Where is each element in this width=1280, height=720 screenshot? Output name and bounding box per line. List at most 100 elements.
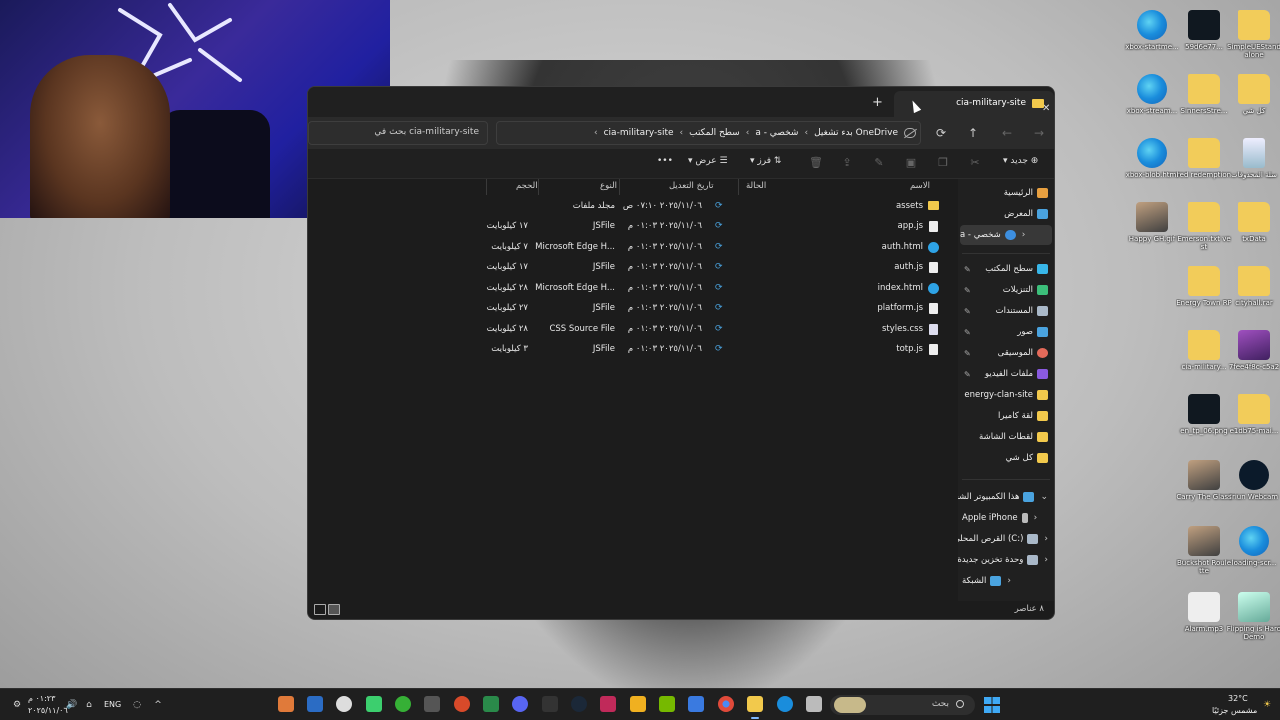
sidebar-item-home[interactable]: الرئيسية xyxy=(962,183,1048,203)
sidebar-item-camera-roll[interactable]: لقة كاميرا xyxy=(962,406,1048,426)
sidebar-item-onedrive-personal[interactable]: › a - شخصي xyxy=(960,225,1052,245)
sidebar-item-new-volume[interactable]: › وحدة تخزين جديدة xyxy=(957,550,1048,570)
sidebar-item-everything[interactable]: كل شي xyxy=(962,448,1048,468)
sidebar-item-downloads[interactable]: ✎ التنزيلات xyxy=(962,280,1048,300)
sidebar-item-pictures[interactable]: ✎ صور xyxy=(962,322,1048,342)
desktop-icon-energy-town[interactable]: Energy Town RP xyxy=(1176,262,1232,322)
column-header-name[interactable]: الاسم xyxy=(910,181,930,191)
discord-icon[interactable] xyxy=(512,696,528,712)
back-arrow-icon[interactable]: ← xyxy=(996,122,1018,144)
table-row[interactable]: auth.html ⟳ ٢٠٢٥/١١/٠٦ ٠١:٠٣ م Microsoft… xyxy=(308,238,958,258)
language-indicator[interactable]: ENG xyxy=(104,700,121,709)
table-row[interactable]: index.html ⟳ ٢٠٢٥/١١/٠٦ ٠١:٠٣ م Microsof… xyxy=(308,279,958,299)
details-view-icon[interactable] xyxy=(328,604,340,615)
desktop-icon-red-redemption[interactable]: red redemption xyxy=(1177,134,1231,194)
breadcrumb-onedrive[interactable]: بدء تشغيل OneDrive xyxy=(814,128,898,138)
refresh-icon[interactable]: ⟳ xyxy=(930,122,952,144)
sun-icon[interactable]: ☀ xyxy=(1262,700,1272,710)
sidebar-item-local-disk[interactable]: › القرص المحلي (C:) xyxy=(956,529,1048,549)
settings-icon[interactable]: ⚙ xyxy=(12,700,22,710)
breadcrumb-desktop[interactable]: سطح المكتب xyxy=(689,128,740,138)
desktop-icon-59d6e77[interactable]: 59d6e77... xyxy=(1180,6,1228,66)
obs-icon[interactable] xyxy=(336,696,352,712)
desktop-icon-kol-shy[interactable]: كل شي xyxy=(1230,70,1278,130)
desktop-icon-cityhall[interactable]: cityhall.rar xyxy=(1230,262,1278,322)
chevron-down-icon[interactable]: ⌄ xyxy=(1040,492,1048,502)
chevron-right-icon[interactable]: › xyxy=(1044,555,1048,565)
desktop-icon-iriun-webcam[interactable]: Iriun Webcam xyxy=(1230,456,1278,516)
desktop-icon-txdata[interactable]: txData xyxy=(1230,198,1278,258)
store-icon[interactable] xyxy=(688,696,704,712)
desktop-icon-alarm-mp3[interactable]: Alarm.mp3 xyxy=(1180,588,1228,648)
desktop-icon-emerson[interactable]: Emerson.txt vest xyxy=(1177,198,1231,258)
game-launcher-icon[interactable] xyxy=(454,696,470,712)
desktop-icon-cia-military[interactable]: cia-military... xyxy=(1180,326,1228,386)
xampp-icon[interactable] xyxy=(278,696,294,712)
forward-arrow-icon[interactable]: → xyxy=(1028,122,1050,144)
sidebar-item-desktop[interactable]: ✎ سطح المكتب xyxy=(962,259,1048,279)
desktop-icon-carry-the-glass[interactable]: Carry The Glass xyxy=(1176,456,1232,516)
more-options-button[interactable]: ••• xyxy=(657,156,673,166)
table-row[interactable]: assets ⟳ ٢٠٢٥/١١/٠٦ ٠٧:١٠ ص مجلد ملفات xyxy=(308,197,958,217)
sidebar-item-music[interactable]: ✎ الموسيقى xyxy=(962,343,1048,363)
desktop-icon-happy-gif[interactable]: Happy GH.gif xyxy=(1128,198,1176,258)
sidebar-item-screenshots[interactable]: لقطات الشاشة xyxy=(962,427,1048,447)
vscode-icon[interactable] xyxy=(307,696,323,712)
desktop-icon-recycle-bin[interactable]: سلة المحذوفات xyxy=(1230,134,1278,194)
share-icon[interactable]: ⇪ xyxy=(841,157,853,169)
breadcrumb-personal[interactable]: a - شخصي xyxy=(755,128,798,138)
chevron-right-icon[interactable]: › xyxy=(1007,576,1011,586)
desktop-icon-buckshot-roulette[interactable]: Buckshot Roulette xyxy=(1177,522,1231,582)
desktop-icon-xbox-stream[interactable]: xbox-stream... xyxy=(1127,70,1177,130)
task-view-icon[interactable] xyxy=(806,696,822,712)
sidebar-item-gallery[interactable]: المعرض xyxy=(962,204,1048,224)
desktop-icon-e1db75[interactable]: e1db75-mai... xyxy=(1230,390,1278,450)
sort-menu-button[interactable]: ▾ فرز ⇅ xyxy=(750,156,781,166)
microphone-icon[interactable]: ◌ xyxy=(132,700,142,710)
hs-icon[interactable] xyxy=(424,696,440,712)
table-row[interactable]: app.js ⟳ ٢٠٢٥/١١/٠٦ ٠١:٠٣ م JSFile ١٧ كي… xyxy=(308,217,958,237)
new-button[interactable]: ▾ جديد ⊕ xyxy=(1003,156,1038,166)
view-menu-button[interactable]: ▾ عرض ☰ xyxy=(688,156,728,166)
chevron-right-icon[interactable]: › xyxy=(1034,513,1038,523)
table-row[interactable]: styles.css ⟳ ٢٠٢٥/١١/٠٦ ٠١:٠٣ م CSS Sour… xyxy=(308,320,958,340)
steam-icon[interactable] xyxy=(571,696,587,712)
desktop-icon-flipping[interactable]: Flipping is Hard Demo xyxy=(1227,588,1280,648)
column-header-type[interactable]: النوع xyxy=(600,181,617,191)
column-header-modified[interactable]: تاريخ التعديل xyxy=(669,181,714,191)
desktop-icon-xbox-blob[interactable]: xbox-blob.html xyxy=(1126,134,1178,194)
sidebar-item-videos[interactable]: ✎ ملفات الفيديو xyxy=(962,364,1048,384)
paste-icon[interactable]: ▣ xyxy=(905,157,917,169)
chevron-right-icon[interactable]: › xyxy=(1044,534,1048,544)
clock-time[interactable]: ٠١:٢٣ م xyxy=(28,694,55,703)
chevron-right-icon[interactable]: › xyxy=(1022,230,1026,240)
search-input[interactable]: بحث في cia-military-site xyxy=(308,121,488,145)
desktop-icon-sinnersstre[interactable]: SinnersStre... xyxy=(1180,70,1228,130)
desktop-icon-en-tp[interactable]: en_tp_06.png xyxy=(1180,390,1228,450)
volume-icon[interactable]: 🔊 xyxy=(66,700,77,710)
column-header-size[interactable]: الحجم xyxy=(516,181,538,191)
file-explorer-icon[interactable] xyxy=(747,696,763,719)
excel-icon[interactable] xyxy=(483,696,499,712)
cut-icon[interactable]: ✂ xyxy=(969,157,981,169)
copy-icon[interactable]: ❐ xyxy=(937,157,949,169)
tiles-view-icon[interactable] xyxy=(314,604,326,615)
adobe-icon[interactable] xyxy=(600,696,616,712)
breadcrumb-cia-military-site[interactable]: cia-military-site xyxy=(604,128,674,138)
rename-icon[interactable]: ✎ xyxy=(873,157,885,169)
delete-icon[interactable]: 🗑 xyxy=(809,157,823,169)
edge-icon[interactable] xyxy=(777,696,793,712)
sidebar-item-energy-clan-site[interactable]: energy-clan-site xyxy=(962,385,1048,405)
epic-games-icon[interactable] xyxy=(542,696,558,712)
nvidia-icon[interactable] xyxy=(659,696,675,712)
table-row[interactable]: auth.js ⟳ ٢٠٢٥/١١/٠٦ ٠١:٠٣ م JSFile ١٧ ك… xyxy=(308,258,958,278)
table-row[interactable]: totp.js ⟳ ٢٠٢٥/١١/٠٦ ٠١:٠٣ م JSFile ٣ كي… xyxy=(308,340,958,360)
weather-temperature[interactable]: 32°C xyxy=(1228,694,1248,703)
desktop-icon-loading-scr[interactable]: loading-scr... xyxy=(1230,522,1278,582)
clock-date[interactable]: ٢٠٢٥/١١/٠٦ xyxy=(28,706,68,715)
desktop-icon-xbox-startme[interactable]: xbox-startme... xyxy=(1125,6,1179,66)
new-tab-button[interactable]: + xyxy=(872,95,883,110)
chrome-icon[interactable] xyxy=(718,696,734,712)
up-arrow-icon[interactable]: ↑ xyxy=(962,122,984,144)
start-windows-icon[interactable] xyxy=(984,697,1000,713)
